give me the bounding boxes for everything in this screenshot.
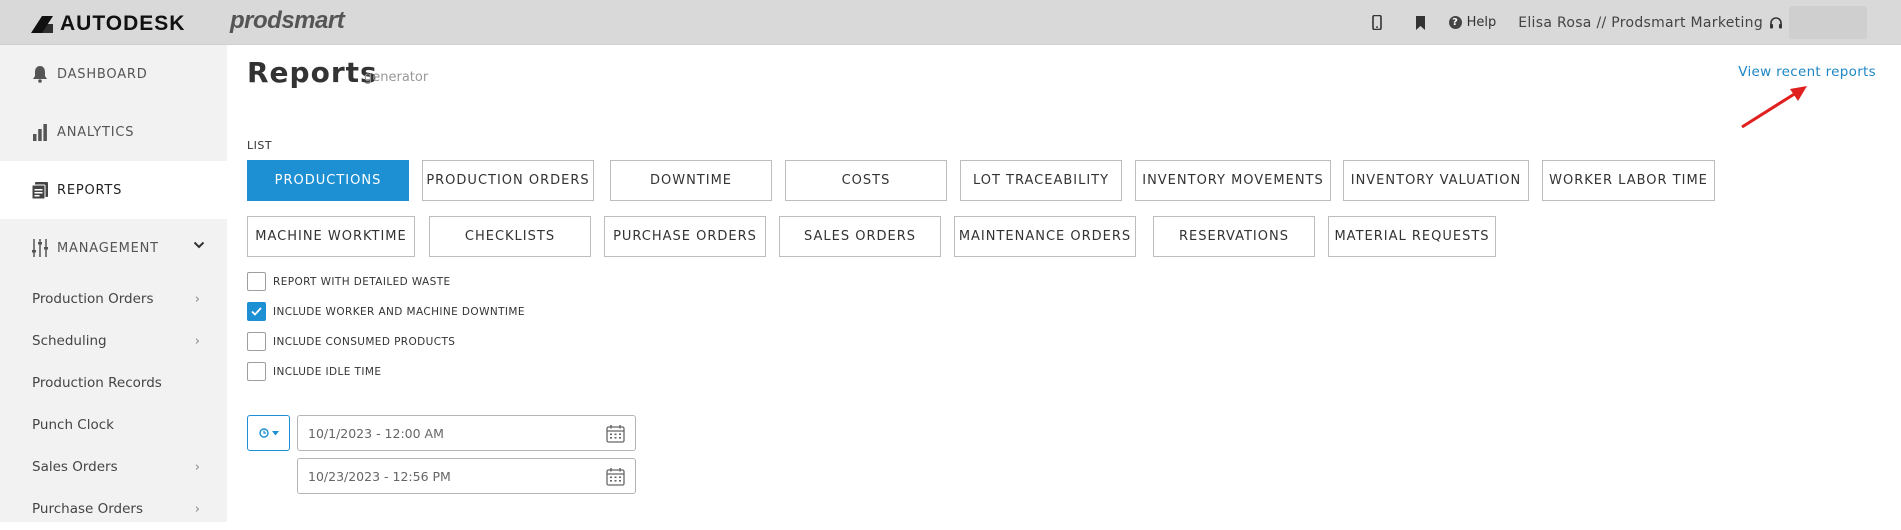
sidebar-item-sales-orders[interactable]: Sales Orders › bbox=[0, 446, 227, 488]
product-logo[interactable]: prodsmart bbox=[230, 7, 345, 35]
page-title: Reports bbox=[247, 56, 378, 89]
report-type-purchase-orders[interactable]: PURCHASE ORDERS bbox=[604, 216, 766, 257]
mobile-icon[interactable] bbox=[1355, 0, 1399, 45]
report-type-inventory-movements[interactable]: INVENTORY MOVEMENTS bbox=[1135, 160, 1331, 201]
sidebar-item-production-orders[interactable]: Production Orders › bbox=[0, 278, 227, 320]
start-date-field[interactable] bbox=[297, 415, 636, 451]
option-detailed-waste[interactable]: REPORT WITH DETAILED WASTE bbox=[247, 272, 451, 291]
sidebar-item-label: Sales Orders bbox=[32, 459, 118, 475]
top-bar: AUTODESK prodsmart ? Help Elisa Rosa // … bbox=[0, 0, 1901, 45]
start-date-input[interactable] bbox=[308, 425, 588, 441]
report-type-sales-orders[interactable]: SALES ORDERS bbox=[779, 216, 941, 257]
sidebar-item-label: Punch Clock bbox=[32, 417, 114, 433]
date-preset-dropdown[interactable] bbox=[247, 415, 290, 451]
checkbox[interactable] bbox=[247, 302, 266, 321]
end-date-field[interactable] bbox=[297, 458, 636, 494]
view-recent-reports-link[interactable]: View recent reports bbox=[1738, 64, 1876, 80]
headset-icon[interactable] bbox=[1769, 16, 1783, 30]
checkbox[interactable] bbox=[247, 272, 266, 291]
brand-name: AUTODESK bbox=[60, 12, 186, 35]
sidebar-item-label: Production Orders bbox=[32, 291, 154, 307]
calendar-icon[interactable] bbox=[606, 467, 625, 486]
report-type-maintenance-orders[interactable]: MAINTENANCE ORDERS bbox=[954, 216, 1136, 257]
page-subtitle: generator bbox=[364, 70, 429, 85]
report-type-worker-labor-time[interactable]: WORKER LABOR TIME bbox=[1542, 160, 1715, 201]
report-type-checklists[interactable]: CHECKLISTS bbox=[429, 216, 591, 257]
help-link[interactable]: ? Help bbox=[1448, 15, 1497, 30]
sidebar-item-label: Scheduling bbox=[32, 333, 107, 349]
main-content: Reports generator View recent reports LI… bbox=[227, 45, 1901, 522]
autodesk-mark-icon bbox=[31, 16, 53, 33]
sidebar-item-label: REPORTS bbox=[57, 182, 123, 198]
option-label: INCLUDE IDLE TIME bbox=[273, 365, 382, 378]
annotation-arrow-icon bbox=[1741, 86, 1807, 129]
report-type-costs[interactable]: COSTS bbox=[785, 160, 947, 201]
chevron-right-icon: › bbox=[194, 291, 200, 307]
chevron-right-icon: › bbox=[194, 501, 200, 517]
clock-icon bbox=[258, 428, 269, 438]
sidebar-item-label: Purchase Orders bbox=[32, 501, 143, 517]
help-label: Help bbox=[1466, 15, 1497, 30]
sidebar-item-production-records[interactable]: Production Records bbox=[0, 362, 227, 404]
bookmark-icon[interactable] bbox=[1399, 0, 1443, 45]
sidebar-item-punch-clock[interactable]: Punch Clock bbox=[0, 404, 227, 446]
checkmark-icon bbox=[251, 307, 262, 316]
report-type-production-orders[interactable]: PRODUCTION ORDERS bbox=[422, 160, 594, 201]
sidebar-item-reports[interactable]: REPORTS bbox=[0, 161, 227, 219]
sidebar-item-label: DASHBOARD bbox=[57, 66, 148, 82]
user-account[interactable]: Elisa Rosa // Prodsmart Marketing bbox=[1518, 15, 1763, 31]
bar-chart-icon bbox=[30, 122, 50, 142]
bell-icon bbox=[30, 64, 50, 84]
checkbox[interactable] bbox=[247, 362, 266, 381]
sidebar-item-analytics[interactable]: ANALYTICS bbox=[0, 103, 227, 161]
report-type-lot-traceability[interactable]: LOT TRACEABILITY bbox=[960, 160, 1122, 201]
caret-down-icon bbox=[271, 430, 279, 435]
checkbox[interactable] bbox=[247, 332, 266, 351]
sidebar-item-purchase-orders[interactable]: Purchase Orders › bbox=[0, 488, 227, 530]
report-type-productions[interactable]: PRODUCTIONS bbox=[247, 160, 409, 201]
calendar-icon[interactable] bbox=[606, 424, 625, 443]
help-icon: ? bbox=[1448, 16, 1462, 29]
option-label: INCLUDE WORKER AND MACHINE DOWNTIME bbox=[273, 305, 525, 318]
option-label: REPORT WITH DETAILED WASTE bbox=[273, 275, 451, 288]
reports-icon bbox=[30, 180, 50, 200]
end-date-input[interactable] bbox=[308, 468, 588, 484]
autodesk-logo[interactable]: AUTODESK bbox=[30, 12, 185, 36]
option-idle-time[interactable]: INCLUDE IDLE TIME bbox=[247, 362, 381, 381]
sidebar-item-label: Production Records bbox=[32, 375, 162, 391]
report-type-downtime[interactable]: DOWNTIME bbox=[610, 160, 772, 201]
chevron-right-icon: › bbox=[194, 459, 200, 475]
list-label: LIST bbox=[247, 139, 273, 152]
option-consumed-products[interactable]: INCLUDE CONSUMED PRODUCTS bbox=[247, 332, 455, 351]
chevron-down-icon bbox=[193, 241, 205, 249]
account-avatar[interactable] bbox=[1789, 6, 1867, 39]
report-type-inventory-valuation[interactable]: INVENTORY VALUATION bbox=[1343, 160, 1529, 201]
sidebar-item-scheduling[interactable]: Scheduling › bbox=[0, 320, 227, 362]
sidebar-item-management[interactable]: MANAGEMENT bbox=[0, 219, 227, 277]
sidebar-item-label: MANAGEMENT bbox=[57, 240, 159, 256]
sidebar: DASHBOARD ANALYTICS REPORTS MANAGEMENT P… bbox=[0, 45, 227, 522]
sidebar-item-dashboard[interactable]: DASHBOARD bbox=[0, 45, 227, 103]
report-type-reservations[interactable]: RESERVATIONS bbox=[1153, 216, 1315, 257]
report-type-material-requests[interactable]: MATERIAL REQUESTS bbox=[1328, 216, 1496, 257]
option-worker-machine-downtime[interactable]: INCLUDE WORKER AND MACHINE DOWNTIME bbox=[247, 302, 525, 321]
sidebar-item-label: ANALYTICS bbox=[57, 124, 135, 140]
option-label: INCLUDE CONSUMED PRODUCTS bbox=[273, 335, 456, 348]
chevron-right-icon: › bbox=[194, 333, 200, 349]
report-type-machine-worktime[interactable]: MACHINE WORKTIME bbox=[247, 216, 415, 257]
sliders-icon bbox=[30, 238, 50, 258]
